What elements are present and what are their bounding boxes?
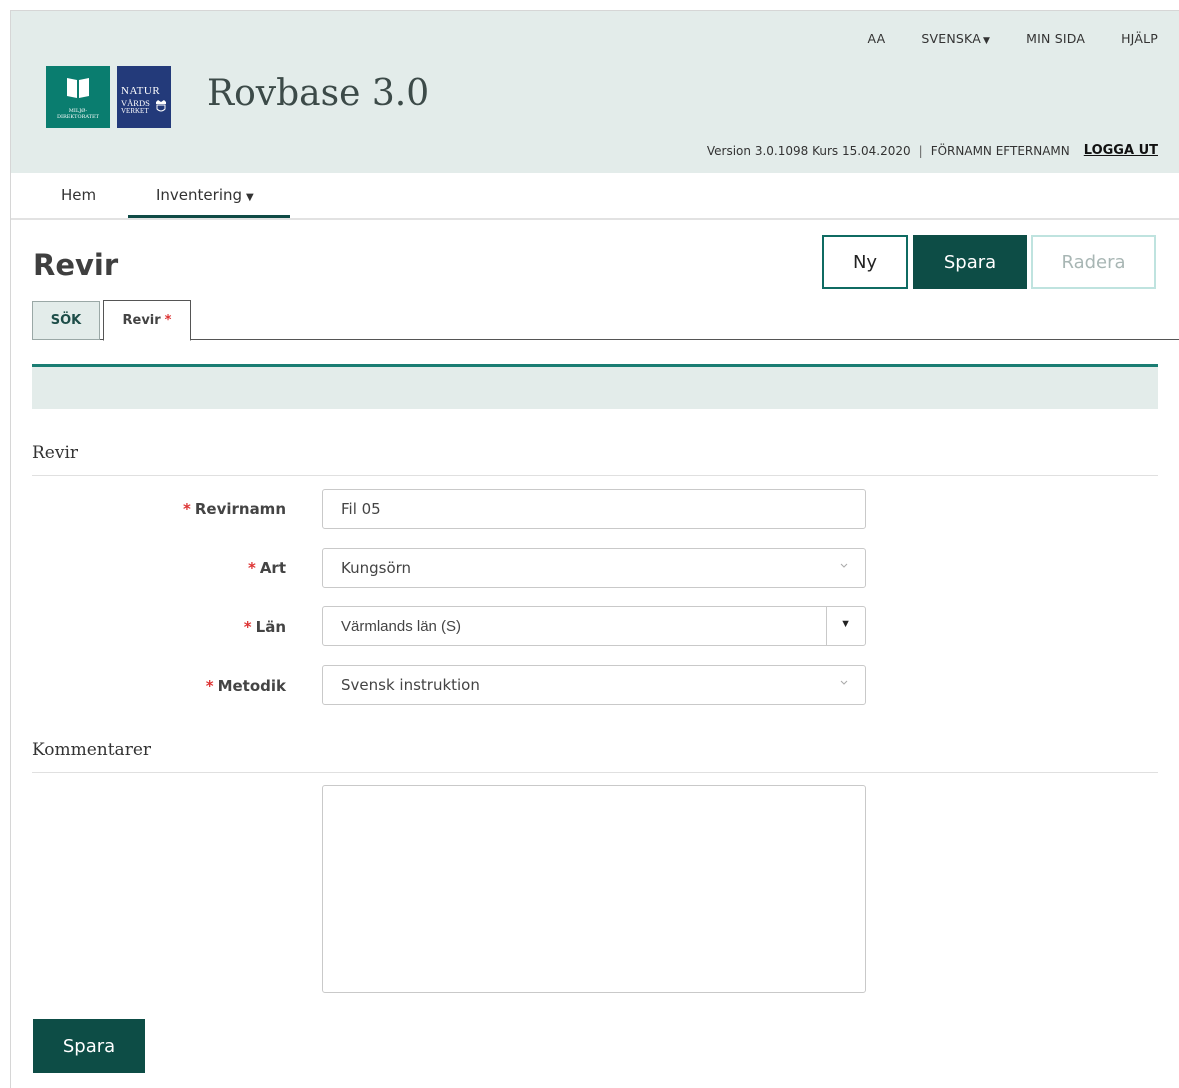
- chevron-down-icon: [840, 563, 848, 568]
- metodik-select[interactable]: Svensk instruktion: [322, 665, 866, 705]
- tab-search[interactable]: SÖK: [32, 301, 100, 340]
- revirnamn-input[interactable]: [322, 489, 866, 529]
- language-label: SVENSKA: [921, 31, 981, 46]
- required-marker: *: [243, 618, 252, 636]
- tab-revir[interactable]: Revir *: [103, 300, 191, 341]
- delete-button[interactable]: Radera: [1031, 235, 1156, 289]
- label-text: Län: [255, 618, 286, 636]
- font-size-toggle[interactable]: AA: [868, 31, 886, 46]
- save-button[interactable]: Spara: [913, 235, 1027, 289]
- miljodirektoratet-logo-text: MILJØ- DIREKTORATET: [57, 108, 99, 120]
- label-text: Revirnamn: [194, 500, 286, 518]
- section-divider: [32, 772, 1158, 773]
- required-marker: *: [182, 500, 191, 518]
- language-dropdown[interactable]: SVENSKA ▼: [921, 31, 990, 46]
- section-divider: [32, 475, 1158, 476]
- nav-item-inventory[interactable]: Inventering ▼: [156, 186, 254, 204]
- help-link[interactable]: HJÄLP: [1121, 31, 1158, 46]
- tab-revir-label: Revir: [122, 313, 161, 328]
- logo-text-natur: NATUR: [121, 85, 161, 97]
- book-icon: [67, 78, 89, 98]
- separator: |: [918, 143, 923, 158]
- label-text: Art: [259, 559, 286, 577]
- new-button[interactable]: Ny: [822, 235, 908, 289]
- label-lan: * Län: [244, 618, 286, 636]
- save-button-bottom[interactable]: Spara: [33, 1019, 145, 1073]
- version-text: Version 3.0.1098 Kurs 15.04.2020: [706, 143, 911, 158]
- version-user-bar: Version 3.0.1098 Kurs 15.04.2020 | FÖRNA…: [707, 143, 1158, 158]
- metodik-select-value: Svensk instruktion: [341, 676, 480, 694]
- chevron-down-icon: [840, 680, 848, 685]
- comments-textarea[interactable]: [322, 785, 866, 993]
- caret-down-icon: ▼: [982, 36, 991, 46]
- page-title: Revir: [33, 248, 119, 282]
- required-marker: *: [205, 677, 214, 695]
- miljodirektoratet-logo[interactable]: MILJØ- DIREKTORATET: [46, 66, 110, 128]
- label-text: Metodik: [217, 677, 286, 695]
- logo-text-verket: VERKET: [121, 107, 149, 115]
- label-revirnamn: * Revirnamn: [183, 500, 286, 518]
- label-art: * Art: [248, 559, 286, 577]
- art-select[interactable]: Kungsörn: [322, 548, 866, 588]
- section-title-kommentarer: Kommentarer: [32, 740, 152, 760]
- naturvardsverket-logo[interactable]: NATUR VÅRDS VERKET: [117, 66, 171, 128]
- main-navigation: Hem Inventering ▼: [11, 174, 1179, 220]
- nav-item-inventory-label: Inventering: [156, 186, 243, 204]
- required-marker: *: [247, 559, 256, 577]
- logout-link[interactable]: LOGGA UT: [1084, 143, 1158, 158]
- crown-shield-icon: [156, 100, 166, 112]
- app-title: Rovbase 3.0: [207, 73, 430, 114]
- caret-down-icon: ▼: [246, 192, 254, 203]
- tabs-baseline: [32, 339, 1179, 340]
- user-name: FÖRNAMN EFTERNAMN: [930, 143, 1070, 158]
- info-band: [32, 367, 1158, 409]
- lan-dropdown-value: Värmlands län (S): [341, 617, 462, 635]
- site-header: AA SVENSKA ▼ MIN SIDA HJÄLP MILJØ- DIREKT…: [11, 11, 1179, 173]
- nav-item-home[interactable]: Hem: [61, 186, 96, 204]
- unsaved-marker: *: [164, 313, 172, 328]
- caret-down-icon[interactable]: ▼: [840, 618, 851, 630]
- top-utility-nav: AA SVENSKA ▼ MIN SIDA HJÄLP: [868, 31, 1159, 46]
- my-page-link[interactable]: MIN SIDA: [1026, 31, 1085, 46]
- active-nav-indicator: [128, 215, 290, 218]
- art-select-value: Kungsörn: [341, 559, 412, 577]
- label-metodik: * Metodik: [206, 677, 286, 695]
- dropdown-separator: [826, 607, 827, 645]
- section-title-revir: Revir: [32, 443, 79, 463]
- lan-dropdown[interactable]: Värmlands län (S) ▼: [322, 606, 866, 646]
